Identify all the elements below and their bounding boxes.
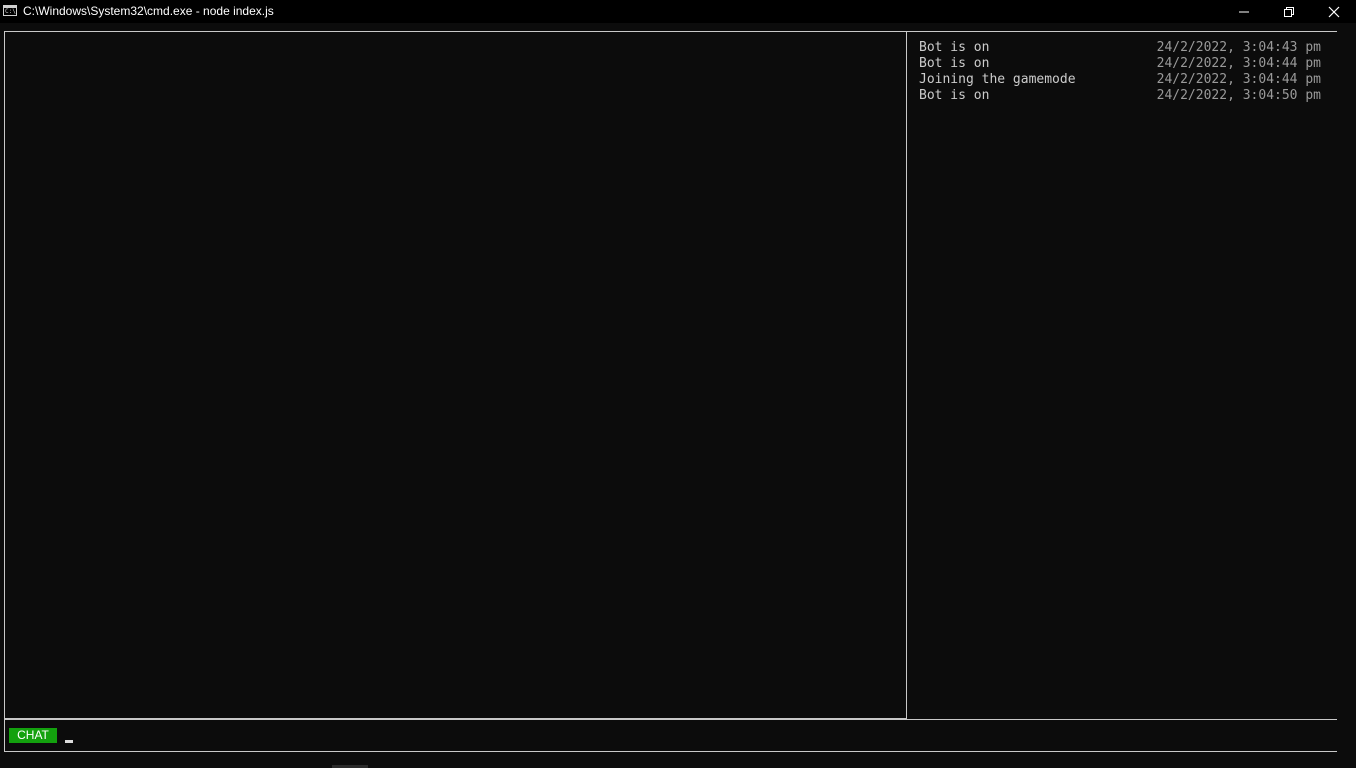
minimize-button[interactable] — [1221, 0, 1267, 23]
chat-pane — [4, 31, 907, 719]
cmd-icon-text: C:\ — [5, 8, 16, 15]
log-message: Bot is on — [919, 56, 990, 71]
title-bar[interactable]: C:\ C:\Windows\System32\cmd.exe - node i… — [0, 0, 1356, 23]
text-cursor — [65, 740, 73, 743]
cmd-icon[interactable]: C:\ — [3, 5, 17, 16]
restore-icon — [1284, 7, 1294, 17]
close-button[interactable] — [1311, 0, 1356, 23]
log-entry: Bot is on 24/2/2022, 3:04:44 pm — [919, 56, 1321, 72]
log-timestamp: 24/2/2022, 3:04:43 pm — [1156, 40, 1321, 55]
log-entry: Bot is on 24/2/2022, 3:04:50 pm — [919, 88, 1321, 104]
chat-input-bar: CHAT — [4, 719, 1337, 752]
bottom-strip — [0, 752, 1337, 768]
scrollbar[interactable] — [1337, 23, 1356, 768]
log-entry: Joining the gamemode 24/2/2022, 3:04:44 … — [919, 72, 1321, 88]
close-icon — [1328, 6, 1340, 18]
log-list: Bot is on 24/2/2022, 3:04:43 pm Bot is o… — [919, 40, 1321, 104]
log-message: Joining the gamemode — [919, 72, 1076, 87]
restore-button[interactable] — [1266, 0, 1312, 23]
minimize-icon — [1239, 11, 1249, 13]
log-message: Bot is on — [919, 40, 990, 55]
log-timestamp: 24/2/2022, 3:04:44 pm — [1156, 56, 1321, 71]
window-title: C:\Windows\System32\cmd.exe - node index… — [23, 4, 274, 18]
log-pane: Bot is on 24/2/2022, 3:04:43 pm Bot is o… — [907, 31, 1337, 719]
chat-label: CHAT — [9, 728, 57, 743]
log-timestamp: 24/2/2022, 3:04:50 pm — [1156, 88, 1321, 103]
log-message: Bot is on — [919, 88, 990, 103]
log-entry: Bot is on 24/2/2022, 3:04:43 pm — [919, 40, 1321, 56]
chat-input[interactable] — [63, 725, 1323, 747]
log-timestamp: 24/2/2022, 3:04:44 pm — [1156, 72, 1321, 87]
terminal-window: C:\ C:\Windows\System32\cmd.exe - node i… — [0, 0, 1356, 768]
